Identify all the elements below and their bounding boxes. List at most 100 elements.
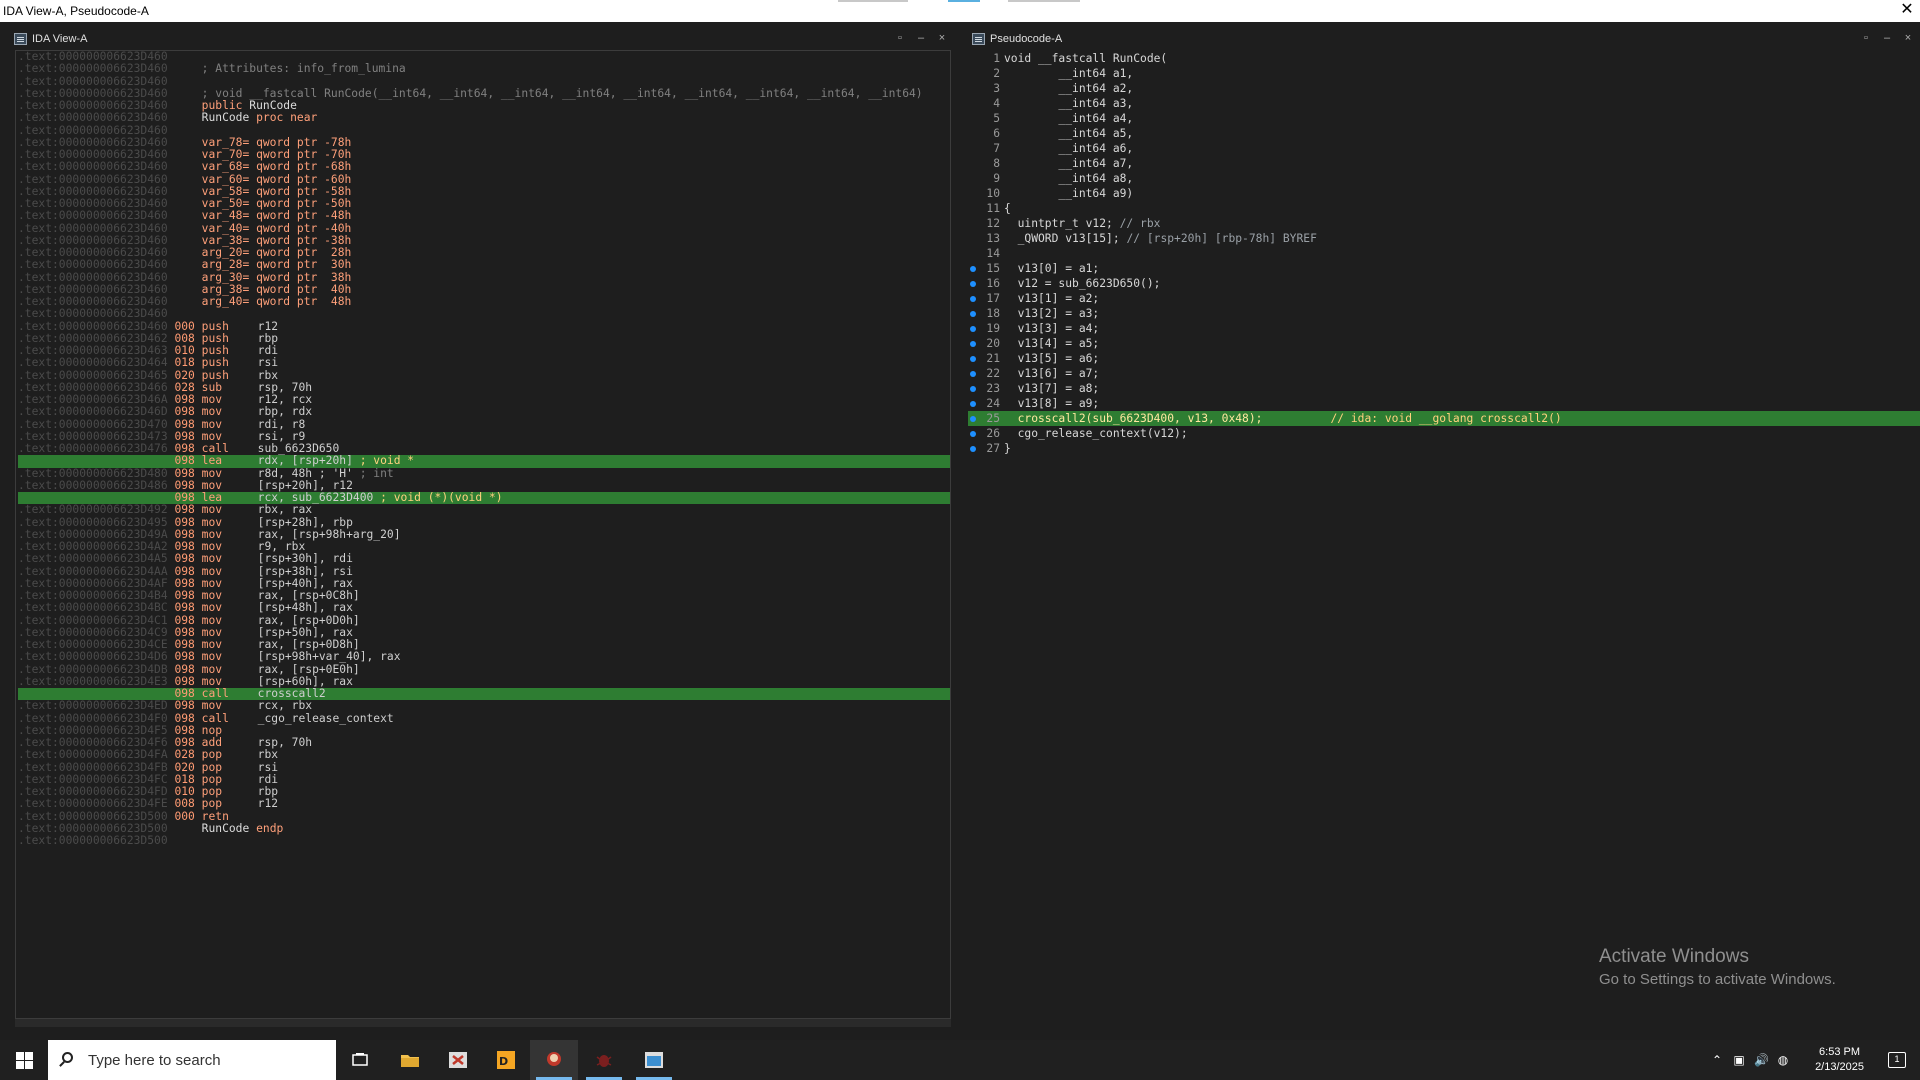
app-button-x64dbg[interactable] <box>434 1040 482 1080</box>
disassembly-listing[interactable]: .text:000000006623D460 .text:00000000662… <box>15 50 951 1019</box>
task-view-button[interactable] <box>336 1040 384 1080</box>
pseudocode-line[interactable]: 7 __int64 a6, <box>968 141 1920 156</box>
disasm-line[interactable]: .text:000000006623D500 <box>18 834 950 847</box>
pseudocode-line[interactable]: 15 v13[0] = a1; <box>968 261 1920 276</box>
line-number: 18 <box>986 307 1000 320</box>
operands: rdi, r8 <box>257 417 306 431</box>
pseudocode-line[interactable]: 20 v13[4] = a5; <box>968 336 1920 351</box>
horizontal-scrollbar[interactable] <box>15 1019 951 1027</box>
pseudocode-line[interactable]: 2 __int64 a1, <box>968 66 1920 81</box>
app-button-window[interactable] <box>630 1040 678 1080</box>
line-number: 7 <box>993 142 1000 155</box>
operands: rax, [rsp+0E0h] <box>257 662 360 676</box>
stack-var-def: var_78= qword ptr -78h <box>201 135 352 149</box>
close-panel-button[interactable]: × <box>935 31 949 45</box>
clock[interactable]: 6:53 PM 2/13/2025 <box>1815 1045 1864 1075</box>
pseudocode-line[interactable]: 3 __int64 a2, <box>968 81 1920 96</box>
pseudocode-line[interactable]: 16 v12 = sub_6623D650(); <box>968 276 1920 291</box>
stack-var-def: arg_20= qword ptr 28h <box>201 246 352 259</box>
close-panel-button[interactable]: × <box>1901 31 1915 45</box>
pseudocode-line[interactable]: 22 v13[6] = a7; <box>968 366 1920 381</box>
pseudocode-line[interactable]: 23 v13[7] = a8; <box>968 381 1920 396</box>
operands: [rsp+40h], rax <box>257 576 353 590</box>
pseudocode-line[interactable]: 13 _QWORD v13[15]; // [rsp+20h] [rbp-78h… <box>968 231 1920 246</box>
notification-icon[interactable]: 1 <box>1888 1052 1906 1068</box>
pseudocode-line[interactable]: 11 { <box>968 201 1920 216</box>
pseudocode-line[interactable]: 26 cgo_release_context(v12); <box>968 426 1920 441</box>
pseudocode-line[interactable]: 12 uintptr_t v12; // rbx <box>968 216 1920 231</box>
comment: ; void __fastcall RunCode(__int64, __int… <box>201 86 923 100</box>
operands: rax, [rsp+0C8h] <box>257 589 360 602</box>
operands: rsp, 70h <box>257 736 313 749</box>
pseudocode-line[interactable]: 10 __int64 a9) <box>968 186 1920 201</box>
ida-view-panel: IDA View-A ▫ – × .text:000000006623D460 … <box>10 28 954 1029</box>
taskbar-search-box[interactable]: Type here to search <box>48 1040 336 1080</box>
pseudocode-line-highlighted[interactable]: 25 crosscall2(sub_6623D400, v13, 0x48); … <box>968 411 1920 426</box>
line-number: 16 <box>986 277 1000 290</box>
pseudocode-line[interactable]: 1 void __fastcall RunCode( <box>968 51 1920 66</box>
pseudocode-line[interactable]: 14 <box>968 246 1920 261</box>
stack-pointer: 098 <box>174 699 195 713</box>
operands: [rsp+30h], rdi <box>257 552 353 566</box>
pseudocode-line[interactable]: 5 __int64 a4, <box>968 111 1920 126</box>
comment: ; void (*)(void *) <box>380 491 503 504</box>
pseudocode-line[interactable]: 17 v13[1] = a2; <box>968 291 1920 306</box>
line-number: 2 <box>993 67 1000 80</box>
stack-pointer: 098 <box>174 564 195 578</box>
line-number: 26 <box>986 427 1000 440</box>
chevron-up-icon[interactable]: ⌃ <box>1710 1053 1724 1067</box>
operands: rbx <box>257 368 279 382</box>
operands: crosscall2 <box>257 687 326 700</box>
stack-pointer: 018 <box>174 356 195 370</box>
pseudocode-line[interactable]: 4 __int64 a3, <box>968 96 1920 111</box>
code-text: v12 = sub_6623D650(); <box>1004 277 1161 290</box>
meet-now-icon[interactable]: ▣ <box>1732 1053 1746 1067</box>
app-button-ida[interactable] <box>530 1040 578 1080</box>
pseudocode-line[interactable]: 19 v13[3] = a4; <box>968 321 1920 336</box>
app-button-dnspy[interactable]: D <box>482 1040 530 1080</box>
address: .text:000000006623D470 <box>18 417 168 431</box>
file-explorer-button[interactable] <box>386 1040 434 1080</box>
stack-pointer: 098 <box>174 466 195 480</box>
windows-logo-icon-part <box>25 1061 33 1069</box>
minimize-panel-button[interactable]: – <box>1880 31 1894 45</box>
stack-pointer: 028 <box>174 380 195 394</box>
stack-pointer: 018 <box>174 772 195 786</box>
app-button-bug[interactable] <box>580 1040 628 1080</box>
pseudocode-line[interactable]: 27} <box>968 441 1920 456</box>
pseudocode-line[interactable]: 6 __int64 a5, <box>968 126 1920 141</box>
address: .text:000000006623D460 <box>18 282 168 296</box>
restore-panel-button[interactable]: ▫ <box>893 31 907 45</box>
minimize-panel-button[interactable]: – <box>914 31 928 45</box>
address: .text:000000006623D460 <box>18 123 168 137</box>
pseudocode-title: Pseudocode-A <box>990 33 1063 45</box>
line-number: 11 <box>986 202 1000 215</box>
window-close-button[interactable]: ✕ <box>1898 0 1916 20</box>
volume-icon[interactable]: 🔊 <box>1754 1053 1769 1067</box>
title-tab-strip <box>838 0 1080 2</box>
stack-pointer: 098 <box>174 429 195 443</box>
pseudocode-line[interactable]: 18 v13[2] = a3; <box>968 306 1920 321</box>
mnemonic: mov <box>201 552 223 566</box>
operands: [rsp+48h], rax <box>257 601 353 615</box>
address: .text:000000006623D460 <box>18 209 168 223</box>
taskbar: Type here to search D ⌃ ▣ 🔊 ◍ 6:53 PM 2/… <box>0 1040 1920 1080</box>
start-button[interactable] <box>0 1040 48 1080</box>
line-number: 8 <box>993 157 1000 170</box>
network-icon[interactable]: ◍ <box>1776 1053 1790 1067</box>
stack-pointer: 098 <box>174 442 195 455</box>
pseudocode-line[interactable]: 8 __int64 a7, <box>968 156 1920 171</box>
stack-var-def: var_58= qword ptr -58h <box>201 184 352 198</box>
mnemonic: mov <box>201 650 223 664</box>
pseudocode-line[interactable]: 9 __int64 a8, <box>968 171 1920 186</box>
address: .text:000000006623D4FC <box>18 772 168 786</box>
mnemonic: pop <box>201 748 223 762</box>
pseudocode-line[interactable]: 24 v13[8] = a9; <box>968 396 1920 411</box>
mnemonic: mov <box>201 466 223 480</box>
keyword: public <box>201 99 243 112</box>
code-text: __int64 a6, <box>1004 142 1134 155</box>
stack-pointer: 000 <box>174 809 195 823</box>
pseudocode-line[interactable]: 21 v13[5] = a6; <box>968 351 1920 366</box>
restore-panel-button[interactable]: ▫ <box>1859 31 1873 45</box>
line-number: 24 <box>986 397 1000 410</box>
